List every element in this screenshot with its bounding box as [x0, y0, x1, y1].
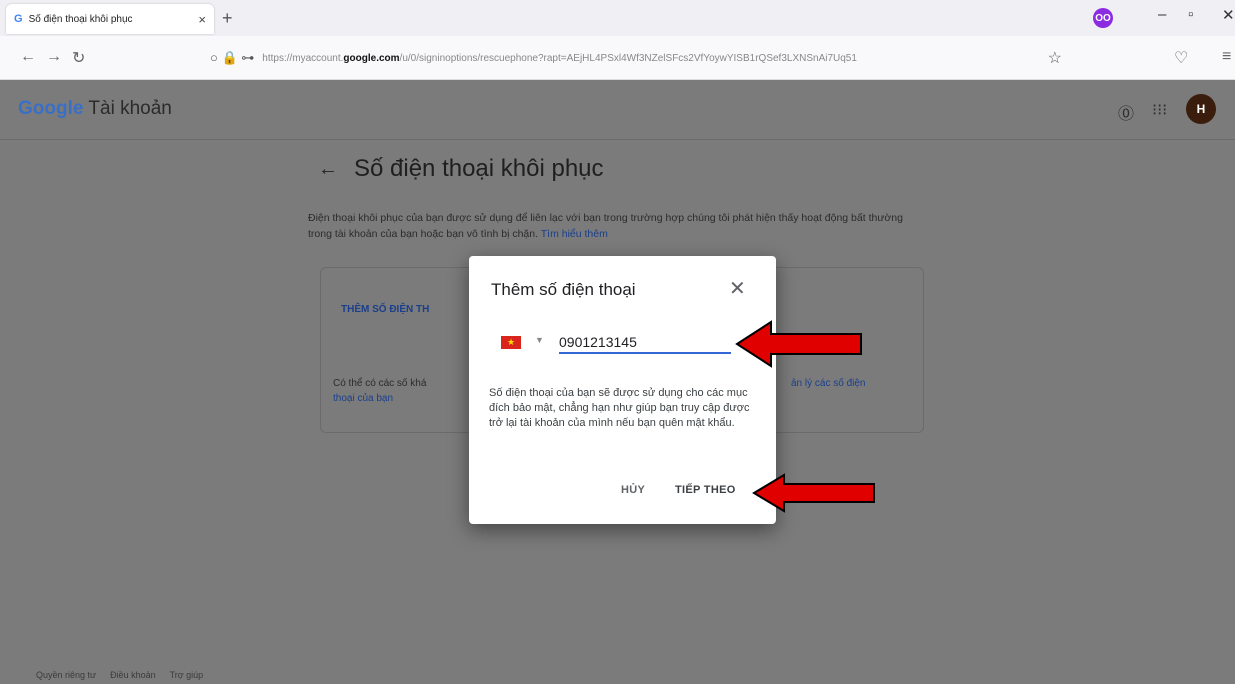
title-row: ← Số điện thoại khôi phục [318, 155, 604, 183]
logo-product: Tài khoản [88, 98, 172, 119]
url-domain: google.com [343, 52, 400, 64]
google-favicon-icon: G [14, 13, 23, 25]
google-account-logo[interactable]: Google Tài khoản [18, 98, 172, 120]
back-icon[interactable]: ← [20, 48, 36, 66]
dialog-help-text: Số điện thoại của bạn sẽ được sử dụng ch… [489, 387, 750, 429]
tab-title: Số điện thoại khôi phục [28, 13, 133, 25]
footer-help-link[interactable]: Trợ giúp [170, 670, 204, 680]
new-tab-icon[interactable]: + [222, 8, 233, 29]
app-header: Google Tài khoản ⓪ ⁝⁝⁝ H [0, 80, 1235, 140]
reload-icon[interactable]: ↻ [72, 48, 85, 68]
bookmark-star-icon[interactable]: ☆ [1048, 48, 1062, 68]
menu-icon[interactable]: ≡ [1222, 48, 1231, 66]
page-title: Số điện thoại khôi phục [354, 155, 604, 182]
window-close-icon[interactable]: ✕ [1222, 6, 1235, 24]
apps-grid-icon[interactable]: ⁝⁝⁝ [1152, 100, 1167, 120]
card-note-text: Có thể có các số khá [333, 378, 427, 389]
phone-number-input[interactable] [559, 332, 731, 354]
annotation-arrow-next [752, 473, 875, 513]
card-note: Có thể có các số khá thoại của bạn [333, 376, 473, 406]
dialog-title: Thêm số điện thoại [491, 280, 636, 299]
pocket-icon[interactable]: ♡ [1174, 48, 1188, 68]
avatar[interactable]: H [1186, 94, 1216, 124]
manage-numbers-link[interactable]: ản lý các số điện [791, 376, 921, 391]
url-prefix: https://myaccount. [262, 52, 344, 64]
back-arrow-icon[interactable]: ← [318, 158, 338, 181]
learn-more-link[interactable]: Tìm hiểu thêm [541, 228, 608, 240]
browser-nav-bar: ← → ↻ ○ 🔒 ⊶ https://myaccount. google.co… [0, 36, 1235, 80]
vietnam-flag-icon[interactable]: ★ [501, 336, 521, 349]
minimize-icon[interactable]: – [1158, 6, 1166, 23]
footer-terms-link[interactable]: Điều khoản [110, 670, 156, 680]
extension-icon[interactable]: OO [1093, 8, 1113, 28]
browser-tab[interactable]: G Số điện thoại khôi phục × [6, 4, 214, 34]
url-path: /u/0/signinoptions/rescuephone?rapt=AEjH… [399, 52, 857, 64]
tab-close-icon[interactable]: × [198, 12, 206, 27]
dialog-close-icon[interactable]: ✕ [729, 276, 746, 301]
address-bar[interactable]: ○ 🔒 ⊶ https://myaccount. google.com /u/0… [210, 44, 1070, 72]
card-note-link[interactable]: thoại của bạn [333, 393, 393, 404]
page-description: Điện thoại khôi phục của bạn được sử dụn… [308, 210, 928, 242]
footer-privacy-link[interactable]: Quyền riêng tư [36, 670, 96, 680]
browser-tab-bar: G Số điện thoại khôi phục × + OO – ▫ ✕ [0, 0, 1235, 36]
lock-icon: ○ 🔒 ⊶ [210, 50, 255, 65]
add-phone-dialog: Thêm số điện thoại ✕ ★ ▼ Số điện thoại c… [469, 256, 776, 524]
logo-google: Google [18, 98, 84, 119]
cancel-button[interactable]: HỦY [621, 484, 645, 496]
add-phone-link[interactable]: THÊM SỐ ĐIỆN TH [341, 304, 429, 315]
annotation-arrow-input [735, 320, 862, 368]
maximize-icon[interactable]: ▫ [1188, 6, 1193, 23]
help-icon[interactable]: ⓪ [1118, 100, 1134, 124]
country-dropdown-icon[interactable]: ▼ [535, 335, 544, 345]
forward-icon[interactable]: → [46, 48, 62, 66]
footer: Quyền riêng tư Điều khoản Trợ giúp [36, 670, 203, 680]
next-button[interactable]: TIẾP THEO [675, 484, 736, 496]
